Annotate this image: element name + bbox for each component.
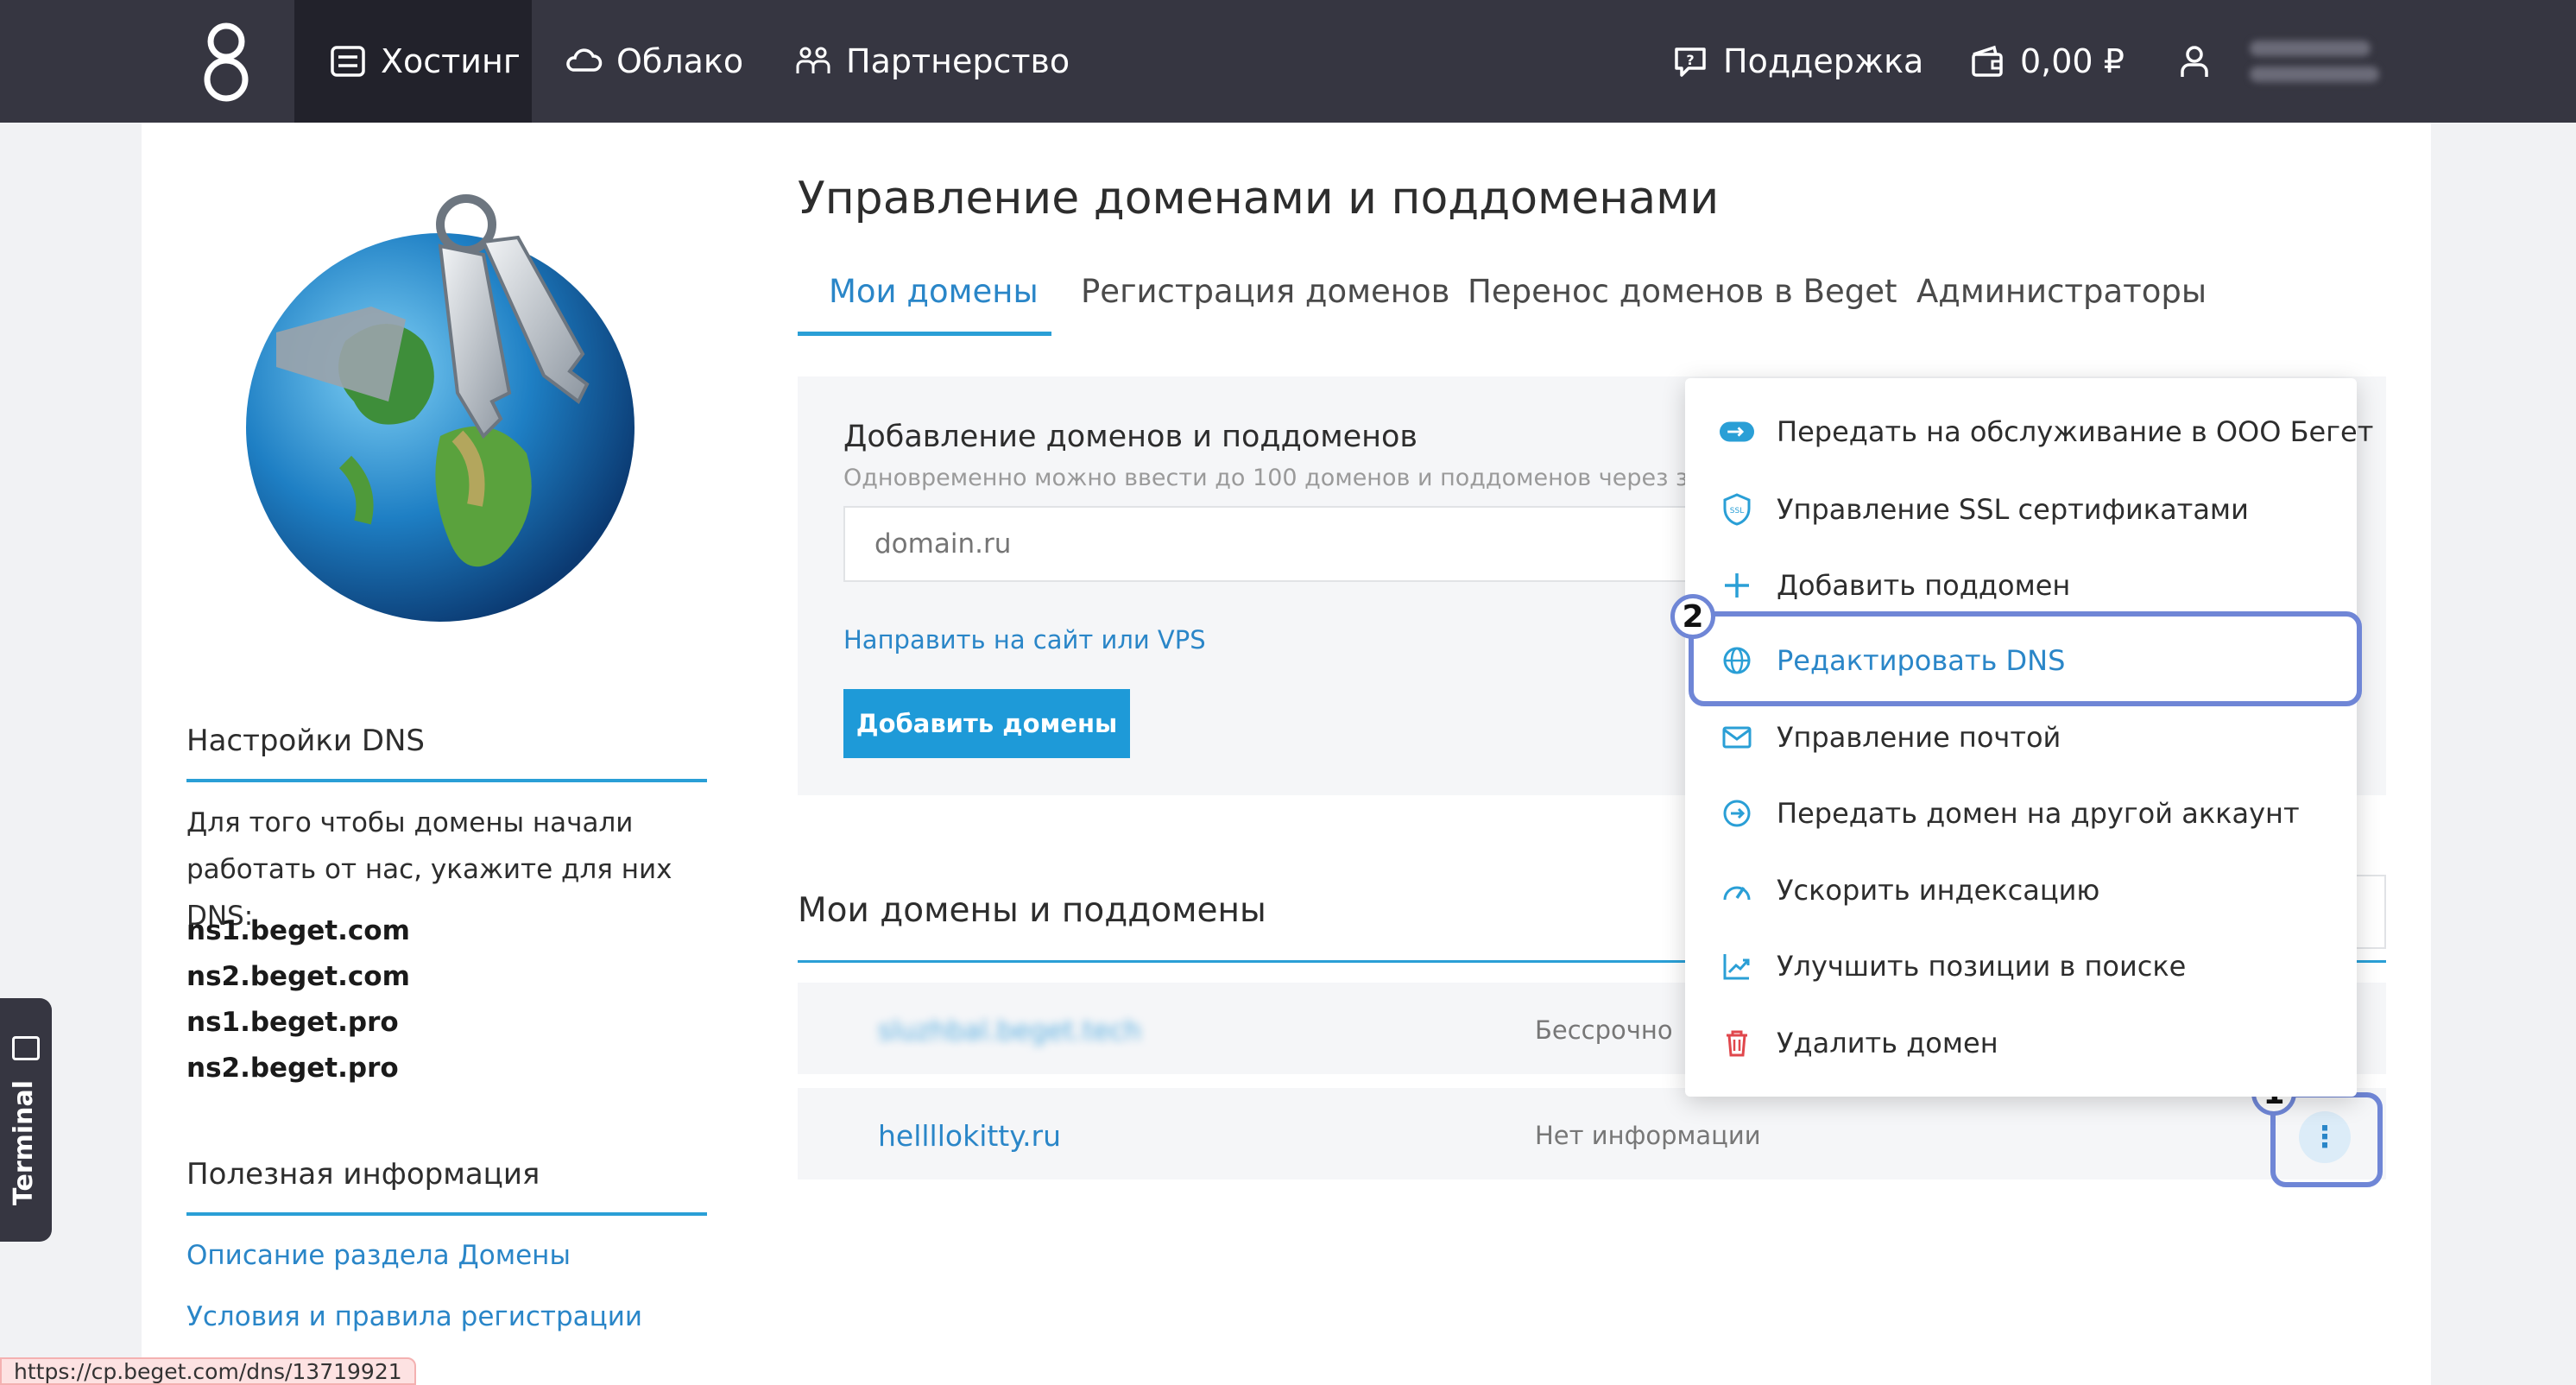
menu-item-label: Передать домен на другой аккаунт (1777, 797, 2300, 830)
nav-cloud-label: Облако (616, 42, 744, 80)
ssl-shield-icon: SSL (1720, 492, 1754, 527)
ns-server-3: ns1.beget.pro (186, 1007, 399, 1038)
add-domains-description: Одновременно можно ввести до 100 доменов… (843, 465, 1689, 491)
nav-cloud[interactable]: Облако (565, 0, 743, 123)
direct-to-site-link[interactable]: Направить на сайт или VPS (843, 625, 1206, 655)
beget-logo-icon[interactable] (200, 19, 252, 105)
server-icon (331, 46, 365, 77)
menu-item-ssl[interactable]: SSL Управление SSL сертификатами (1720, 484, 2249, 535)
speedometer-icon (1720, 873, 1754, 908)
tab-domain-registration[interactable]: Регистрация доменов (1081, 273, 1449, 310)
status-bar-url: https://cp.beget.com/dns/13719921 (0, 1357, 416, 1385)
page-title: Управление доменами и поддоменами (798, 173, 1720, 225)
menu-item-label: Ускорить индексацию (1777, 874, 2100, 907)
info-heading-underline (186, 1212, 707, 1216)
domain-input[interactable] (843, 506, 1707, 582)
menu-item-label: Улучшить позиции в поиске (1777, 950, 2187, 983)
user-menu[interactable] (2175, 0, 2379, 123)
menu-item-speed-indexing[interactable]: Ускорить индексацию (1720, 864, 2099, 916)
support-label: Поддержка (1723, 42, 1924, 80)
arrow-circle-icon (1720, 796, 1754, 831)
menu-item-label: Передать на обслуживание в ООО Бегет (1777, 415, 2374, 448)
support-link[interactable]: ? Поддержка (1671, 0, 1923, 123)
menu-item-improve-search[interactable]: Улучшить позиции в поиске (1720, 940, 2186, 992)
trash-icon (1720, 1026, 1754, 1060)
ns-server-2: ns2.beget.com (186, 961, 410, 992)
nav-partnership[interactable]: Партнерство (794, 0, 1070, 123)
plus-icon (1720, 568, 1754, 603)
nav-hosting-label: Хостинг (381, 42, 521, 80)
my-domains-list-title: Мои домены и поддомены (798, 891, 1266, 930)
support-chat-icon: ? (1675, 47, 1706, 77)
nav-hosting[interactable]: Хостинг (294, 0, 532, 123)
tab-administrators[interactable]: Администраторы (1916, 273, 2207, 310)
link-domains-description[interactable]: Описание раздела Домены (186, 1240, 571, 1271)
menu-item-label: Удалить домен (1777, 1027, 1998, 1059)
username-redacted (2250, 41, 2379, 82)
partners-icon (796, 47, 830, 73)
tab-my-domains[interactable]: Мои домены (829, 273, 1039, 310)
menu-item-transfer-account[interactable]: Передать домен на другой аккаунт (1720, 787, 2300, 839)
wallet-icon (1972, 45, 2003, 77)
domain-name-link[interactable]: hellllokitty.ru (878, 1119, 1061, 1153)
terminal-label: Terminal (9, 1079, 39, 1205)
menu-item-label: Добавить поддомен (1777, 569, 2071, 602)
domain-status: Нет информации (1535, 1121, 1761, 1150)
menu-item-add-subdomain[interactable]: Добавить поддомен (1720, 560, 2070, 611)
useful-info-heading: Полезная информация (186, 1157, 540, 1192)
svg-text:?: ? (1686, 52, 1694, 68)
top-navigation-bar: Хостинг Облако Партнерство ? Поддержка 0… (0, 0, 2576, 123)
transfer-toggle-icon (1720, 414, 1754, 449)
balance-link[interactable]: 0,00 ₽ (1968, 0, 2125, 123)
cloud-icon (566, 48, 603, 72)
domain-name-redacted[interactable]: sluzhbal.beget.tech (878, 1015, 1141, 1047)
terminal-tab[interactable]: Terminal (0, 998, 52, 1242)
link-registration-rules[interactable]: Условия и правила регистрации (186, 1301, 642, 1332)
menu-item-delete-domain[interactable]: Удалить домен (1720, 1017, 1998, 1069)
balance-label: 0,00 ₽ (2020, 42, 2125, 80)
nav-partnership-label: Партнерство (846, 42, 1070, 80)
dns-heading-underline (186, 779, 707, 782)
svg-text:SSL: SSL (1730, 507, 1744, 515)
add-domains-title: Добавление доменов и поддоменов (843, 420, 1418, 454)
menu-item-transfer-to-beget[interactable]: Передать на обслуживание в ООО Бегет (1720, 406, 2373, 458)
ns-server-4: ns2.beget.pro (186, 1053, 399, 1084)
user-icon (2181, 46, 2208, 77)
mail-icon (1720, 720, 1754, 755)
menu-item-mail[interactable]: Управление почтой (1720, 711, 2061, 763)
menu-item-label: Управление почтой (1777, 721, 2061, 754)
menu-item-label: Управление SSL сертификатами (1777, 493, 2249, 526)
tab-domain-transfer[interactable]: Перенос доменов в Beget (1468, 273, 1897, 310)
terminal-icon (12, 1036, 40, 1060)
domain-status: Бессрочно (1535, 1015, 1673, 1045)
add-domains-button[interactable]: Добавить домены (843, 689, 1130, 758)
dns-settings-heading: Настройки DNS (186, 724, 426, 758)
ns-server-1: ns1.beget.com (186, 915, 410, 946)
step-2-badge: 2 (1670, 594, 1715, 639)
globe-keys-illustration (246, 194, 635, 622)
step-2-highlight (1689, 611, 2362, 706)
active-tab-underline (798, 332, 1051, 336)
chart-up-icon (1720, 949, 1754, 983)
